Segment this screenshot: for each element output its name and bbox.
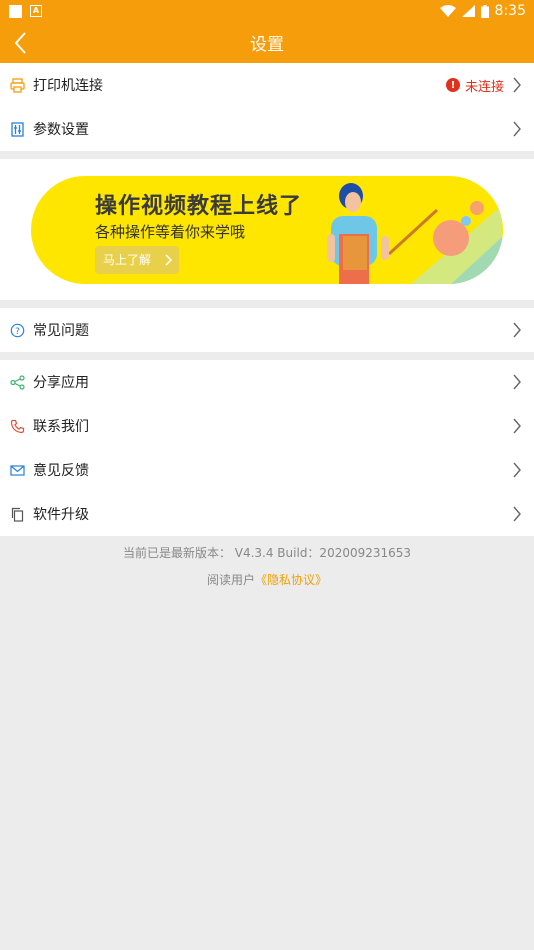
share-app-label: 分享应用 [33, 375, 89, 391]
parameter-settings-label: 参数设置 [33, 122, 89, 138]
printer-icon [10, 77, 25, 93]
title-bar: 设置 [0, 22, 534, 63]
mail-icon [10, 463, 25, 478]
teacher-illustration [327, 182, 503, 284]
misc-section: 分享应用 联系我们 意见反馈 软件升级 [0, 360, 534, 536]
faq-row[interactable]: ? 常见问题 [0, 308, 534, 352]
faq-label: 常见问题 [33, 323, 89, 339]
help-icon: ? [10, 323, 25, 338]
connection-status: ! 未连接 [445, 76, 504, 95]
contact-us-label: 联系我们 [33, 419, 89, 435]
divider [0, 151, 534, 159]
chevron-right-icon [513, 121, 521, 137]
page-title: 设置 [250, 35, 284, 55]
parameter-settings-row[interactable]: 参数设置 [0, 107, 534, 151]
chevron-right-icon [513, 374, 521, 390]
chevron-right-icon [513, 462, 521, 478]
status-bar: A 8:35 [0, 0, 534, 22]
software-upgrade-row[interactable]: 软件升级 [0, 492, 534, 536]
banner-subtitle: 各种操作等着你来学哦 [95, 222, 246, 241]
signal-icon [461, 5, 475, 17]
share-app-row[interactable]: 分享应用 [0, 360, 534, 404]
banner-section: 操作视频教程上线了 各种操作等着你来学哦 马上了解 [0, 159, 534, 300]
notification-icon [9, 4, 22, 18]
clock: 8:35 [494, 3, 526, 19]
chevron-right-icon [165, 253, 173, 266]
version-info: 当前已是最新版本： V4.3.4 Build：202009231653 [122, 546, 412, 560]
privacy-prefix: 阅读用户 [206, 573, 255, 587]
privacy-policy-link[interactable]: 《隐私协议》 [255, 573, 327, 587]
share-icon [10, 374, 25, 390]
svg-text:?: ? [15, 327, 20, 337]
banner-title: 操作视频教程上线了 [95, 193, 303, 219]
warning-icon: ! [445, 78, 460, 92]
connection-status-text: 未连接 [464, 79, 504, 95]
back-arrow-icon[interactable] [12, 31, 30, 55]
divider [0, 352, 534, 360]
feedback-row[interactable]: 意见反馈 [0, 448, 534, 492]
software-upgrade-label: 软件升级 [33, 507, 89, 523]
wifi-icon [439, 5, 456, 17]
feedback-label: 意见反馈 [33, 463, 89, 479]
chevron-right-icon [513, 506, 521, 522]
divider [0, 300, 534, 308]
learn-more-label: 马上了解 [103, 253, 152, 267]
printer-connection-row[interactable]: 打印机连接 ! 未连接 [0, 63, 534, 107]
tutorial-banner[interactable]: 操作视频教程上线了 各种操作等着你来学哦 马上了解 [31, 175, 503, 284]
contact-us-row[interactable]: 联系我们 [0, 404, 534, 448]
chevron-right-icon [513, 77, 521, 93]
printer-section: 打印机连接 ! 未连接 参数设置 [0, 63, 534, 151]
chevron-right-icon [513, 322, 521, 338]
copy-icon [10, 507, 25, 522]
faq-section: ? 常见问题 [0, 308, 534, 352]
settings-sliders-icon [10, 121, 25, 137]
printer-connection-label: 打印机连接 [33, 78, 103, 94]
learn-more-button[interactable]: 马上了解 [95, 245, 179, 274]
phone-icon [10, 419, 25, 434]
privacy-notice: 阅读用户《隐私协议》 [0, 571, 534, 588]
app-notification-icon: A [30, 5, 42, 17]
chevron-right-icon [513, 418, 521, 434]
battery-icon [480, 4, 489, 18]
